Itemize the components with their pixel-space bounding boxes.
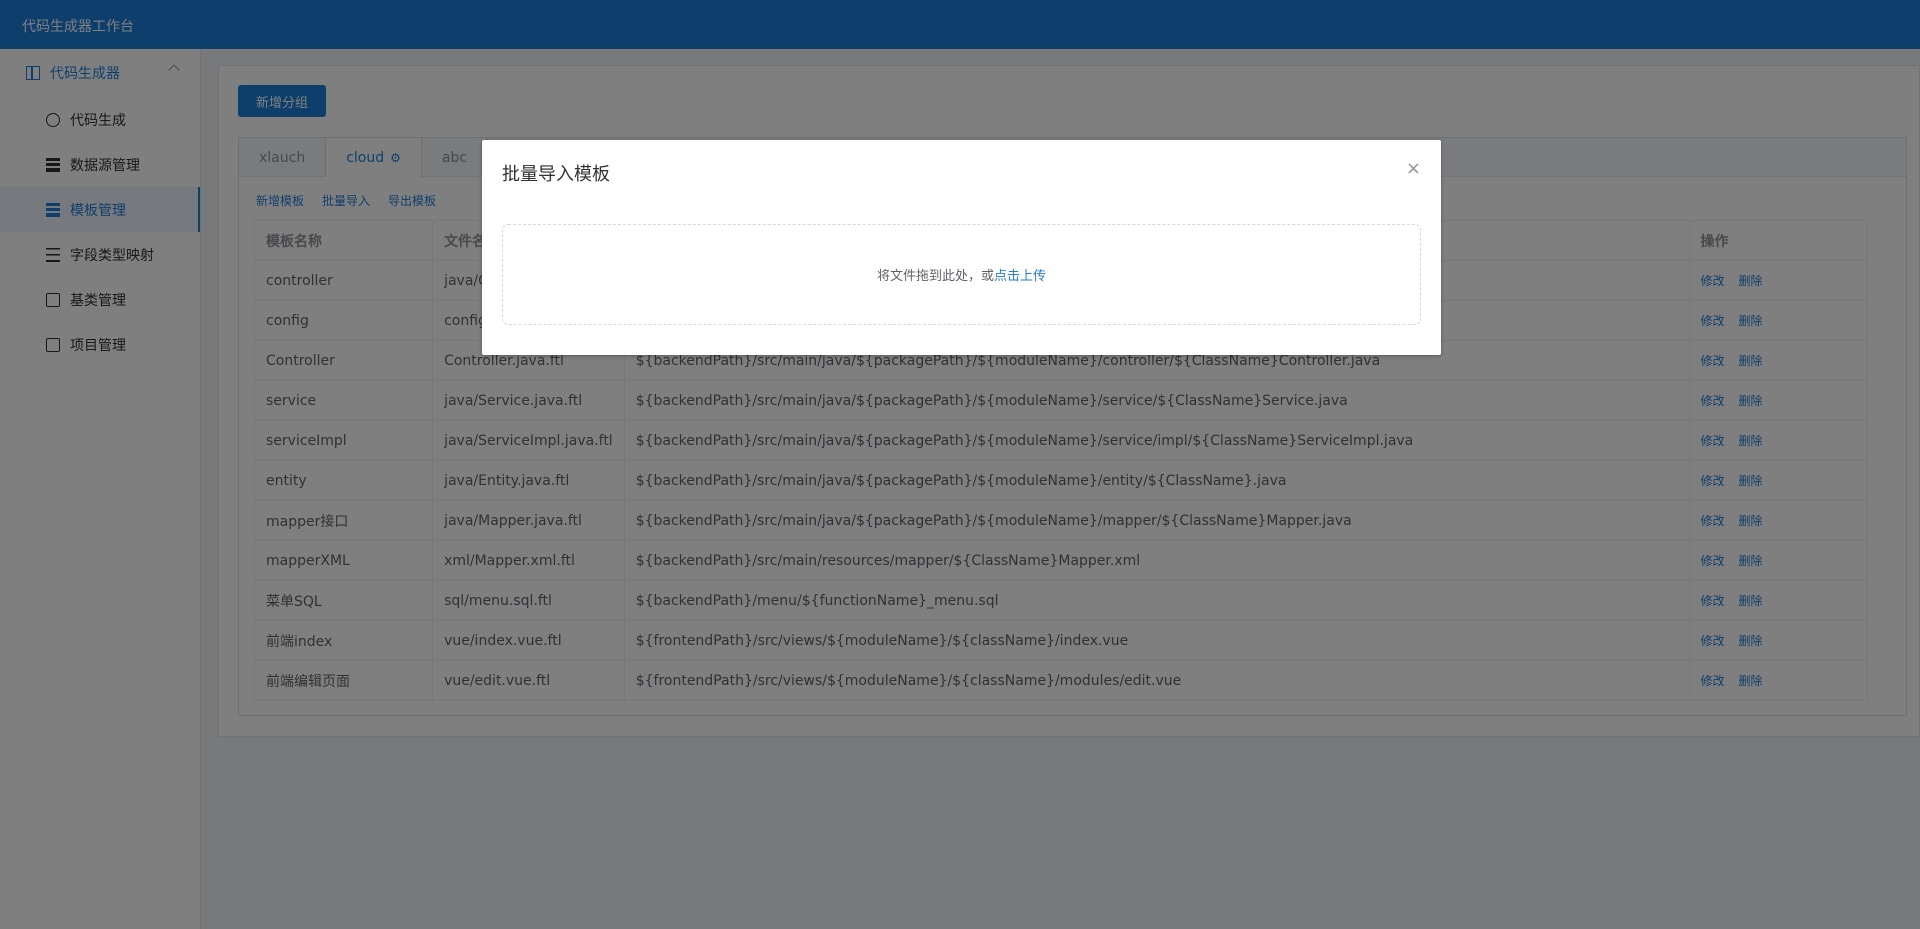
close-icon[interactable]: ×	[1406, 158, 1421, 179]
batch-import-dialog: 批量导入模板 × 将文件拖到此处，或 点击上传	[482, 140, 1441, 355]
dropzone-text: 将文件拖到此处，或	[876, 269, 994, 284]
dialog-title: 批量导入模板	[502, 164, 610, 185]
upload-link[interactable]: 点击上传	[994, 265, 1046, 284]
upload-dropzone[interactable]: 将文件拖到此处，或 点击上传	[502, 224, 1421, 325]
